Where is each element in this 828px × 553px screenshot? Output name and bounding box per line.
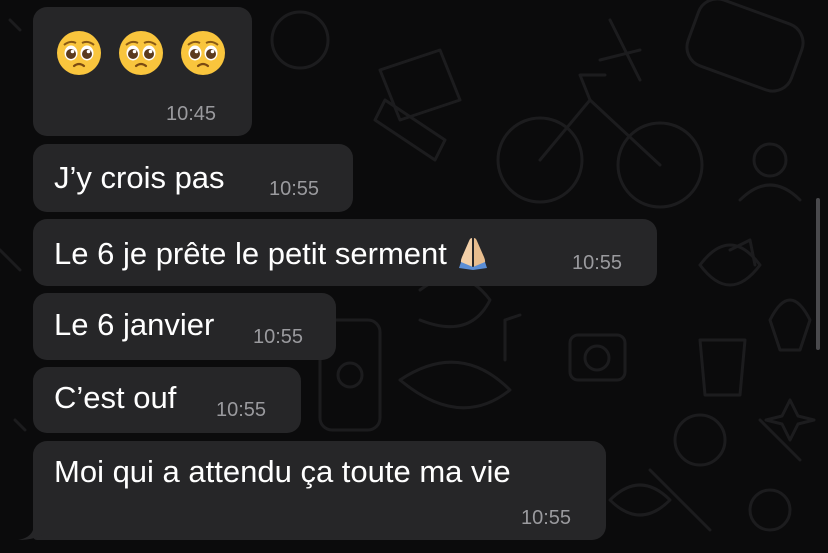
message-time: 10:55	[253, 326, 304, 348]
message-text: Le 6 janvier	[54, 307, 215, 342]
message-time: 10:45	[166, 103, 217, 125]
message-text: C’est ouf	[54, 380, 177, 415]
message-bubble[interactable]: 10:45	[33, 7, 252, 136]
message-time: 10:55	[216, 399, 267, 421]
message-bubble[interactable]: Le 6 janvier 10:55	[33, 293, 336, 360]
scrollbar[interactable]	[816, 198, 820, 350]
folded-hands-icon	[458, 238, 487, 270]
message-time: 10:55	[572, 252, 623, 274]
message-bubble[interactable]: Moi qui a attendu ça toute ma vie 10:55	[33, 441, 606, 540]
message-bubble[interactable]: C’est ouf 10:55	[33, 367, 301, 433]
message-bubble[interactable]: Le 6 je prête le petit serment 10:55	[33, 219, 657, 286]
message-time: 10:55	[269, 178, 320, 200]
message-list[interactable]: 10:45 J’y crois pas 10:55 Le 6 je prête …	[0, 0, 828, 553]
message-bubble[interactable]: J’y crois pas 10:55	[33, 144, 353, 212]
emoji-row	[55, 29, 227, 77]
message-text-content: Le 6 je prête le petit serment	[54, 236, 447, 271]
pleading-face-icon	[119, 31, 163, 75]
pleading-face-icon	[57, 31, 101, 75]
message-text: J’y crois pas	[54, 160, 225, 195]
message-text: Moi qui a attendu ça toute ma vie	[54, 454, 511, 489]
message-text: Le 6 je prête le petit serment	[54, 234, 491, 272]
pleading-face-icon	[181, 31, 225, 75]
message-time: 10:55	[521, 507, 572, 529]
bubble-tail	[18, 516, 48, 540]
